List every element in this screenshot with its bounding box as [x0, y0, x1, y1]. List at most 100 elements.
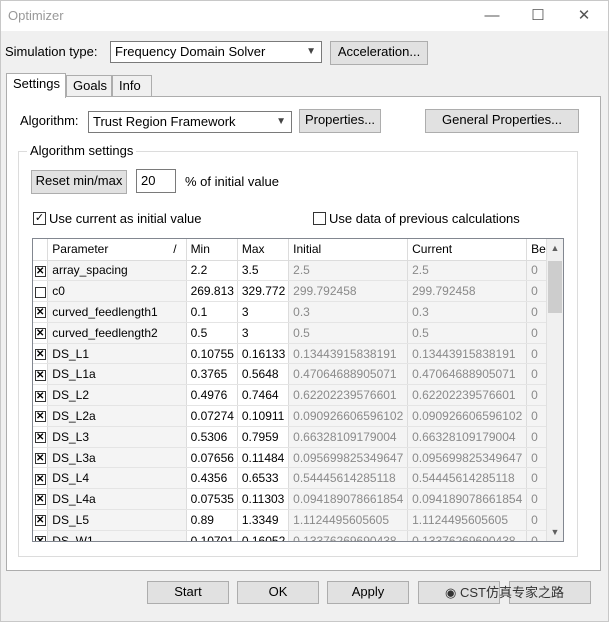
row-checkbox-cell[interactable]: ✕	[33, 488, 49, 511]
row-checkbox-cell[interactable]: ✕	[33, 301, 49, 323]
current-column-header[interactable]: Current	[407, 239, 528, 261]
table-row[interactable]: ✕ array_spacing 2.2 3.5 2.5 2.5 0	[33, 260, 563, 282]
max-cell[interactable]: 0.16052	[237, 530, 290, 541]
max-cell[interactable]: 0.7959	[237, 426, 290, 448]
checked-box-icon[interactable]: ✕	[34, 369, 46, 381]
min-cell[interactable]: 0.4976	[186, 384, 238, 407]
max-cell[interactable]: 0.11303	[237, 488, 290, 511]
max-cell[interactable]: 3	[237, 322, 290, 344]
min-cell[interactable]: 0.5	[186, 322, 238, 344]
max-cell[interactable]: 3	[237, 301, 290, 323]
tab-info[interactable]: Info	[112, 75, 152, 97]
minimize-button[interactable]: —	[469, 1, 515, 31]
table-row[interactable]: ✕ curved_feedlength1 0.1 3 0.3 0.3 0	[33, 301, 563, 323]
reset-min-max-button[interactable]: Reset min/max	[31, 170, 127, 194]
properties-button[interactable]: Properties...	[299, 109, 381, 133]
grid-scrollbar[interactable]: ▲ ▼	[546, 239, 563, 541]
scroll-up-icon[interactable]: ▲	[547, 239, 563, 257]
apply-button[interactable]: Apply	[327, 581, 409, 604]
checked-box-icon[interactable]: ✕	[34, 390, 46, 402]
table-row[interactable]: ✕ DS_L3a 0.07656 0.11484 0.095699825349647 0.…	[33, 447, 563, 469]
general-properties-button[interactable]: General Properties...	[425, 109, 579, 133]
checked-box-icon[interactable]: ✕	[34, 515, 46, 527]
max-column-header[interactable]: Max	[237, 239, 290, 261]
table-row[interactable]: ✕ DS_W1 0.10701 0.16052 0.13376269690438 0.13…	[33, 530, 563, 541]
watermark-text: ◉ CST仿真专家之路	[445, 585, 564, 600]
use-previous-checkbox[interactable]	[313, 212, 326, 225]
min-cell[interactable]: 0.07274	[186, 405, 238, 427]
table-row[interactable]: ✕ curved_feedlength2 0.5 3 0.5 0.5 0	[33, 322, 563, 344]
row-checkbox-cell[interactable]: ✕	[33, 426, 49, 448]
table-row[interactable]: ✕ DS_L2 0.4976 0.7464 0.62202239576601 0.6220…	[33, 384, 563, 407]
max-cell[interactable]: 0.11484	[237, 447, 290, 469]
min-cell[interactable]: 0.07535	[186, 488, 238, 511]
tab-settings[interactable]: Settings	[6, 73, 66, 98]
ok-button[interactable]: OK	[237, 581, 319, 604]
checked-box-icon[interactable]: ✕	[34, 307, 46, 319]
row-checkbox-cell[interactable]: ✕	[33, 384, 49, 407]
min-cell[interactable]: 2.2	[186, 260, 238, 282]
min-cell[interactable]: 269.813	[186, 280, 238, 303]
max-cell[interactable]: 0.6533	[237, 467, 290, 490]
row-checkbox-cell[interactable]: ✕	[33, 363, 49, 386]
close-button[interactable]: ✕	[561, 1, 607, 31]
row-checkbox-cell[interactable]	[33, 280, 49, 303]
min-cell[interactable]: 0.1	[186, 301, 238, 323]
min-cell[interactable]: 0.5306	[186, 426, 238, 448]
percent-input[interactable]: 20	[136, 169, 176, 193]
checked-box-icon[interactable]: ✕	[34, 432, 46, 444]
max-cell[interactable]: 3.5	[237, 260, 290, 282]
simulation-type-select[interactable]: Frequency Domain Solver ▼	[110, 41, 322, 63]
table-row[interactable]: ✕ DS_L4a 0.07535 0.11303 0.094189078661854 0.…	[33, 488, 563, 511]
max-cell[interactable]: 0.7464	[237, 384, 290, 407]
min-cell[interactable]: 0.89	[186, 509, 238, 531]
max-cell[interactable]: 0.16133	[237, 343, 290, 365]
table-row[interactable]: ✕ DS_L1a 0.3765 0.5648 0.47064688905071 0.470…	[33, 363, 563, 386]
acceleration-button[interactable]: Acceleration...	[330, 41, 428, 65]
current-cell: 0.5	[407, 322, 528, 344]
checked-box-icon[interactable]: ✕	[34, 328, 46, 340]
table-row[interactable]: ✕ DS_L2a 0.07274 0.10911 0.090926606596102 0.…	[33, 405, 563, 427]
min-cell[interactable]: 0.07656	[186, 447, 238, 469]
min-cell[interactable]: 0.3765	[186, 363, 238, 386]
scroll-thumb[interactable]	[548, 261, 562, 313]
min-column-header[interactable]: Min	[186, 239, 238, 261]
table-row[interactable]: ✕ DS_L3 0.5306 0.7959 0.66328109179004 0.6632…	[33, 426, 563, 448]
row-checkbox-cell[interactable]: ✕	[33, 530, 49, 541]
maximize-button[interactable]: ☐	[515, 1, 561, 31]
checked-box-icon[interactable]: ✕	[34, 473, 46, 485]
checked-box-icon[interactable]: ✕	[34, 348, 46, 360]
max-cell[interactable]: 329.772	[237, 280, 290, 303]
checked-box-icon[interactable]: ✕	[34, 494, 46, 506]
row-checkbox-cell[interactable]: ✕	[33, 509, 49, 531]
initial-column-header[interactable]: Initial	[288, 239, 409, 261]
row-checkbox-cell[interactable]: ✕	[33, 343, 49, 365]
scroll-down-icon[interactable]: ▼	[547, 523, 563, 541]
row-checkbox-cell[interactable]: ✕	[33, 447, 49, 469]
table-row[interactable]: ✕ DS_L4 0.4356 0.6533 0.54445614285118 0.5444…	[33, 467, 563, 490]
checked-box-icon[interactable]: ✕	[34, 265, 46, 277]
row-checkbox-cell[interactable]: ✕	[33, 322, 49, 344]
unchecked-box-icon[interactable]	[34, 286, 46, 298]
row-checkbox-cell[interactable]: ✕	[33, 467, 49, 490]
min-cell[interactable]: 0.4356	[186, 467, 238, 490]
min-cell[interactable]: 0.10701	[186, 530, 238, 541]
algorithm-select[interactable]: Trust Region Framework ▼	[88, 111, 292, 133]
max-cell[interactable]: 1.3349	[237, 509, 290, 531]
max-cell[interactable]: 0.10911	[237, 405, 290, 427]
current-cell: 0.095699825349647	[407, 447, 528, 469]
min-cell[interactable]: 0.10755	[186, 343, 238, 365]
max-cell[interactable]: 0.5648	[237, 363, 290, 386]
parameter-column-header[interactable]: Parameter /	[47, 239, 187, 261]
table-row[interactable]: c0 269.813 329.772 299.792458 299.792458 0	[33, 280, 563, 303]
use-current-checkbox[interactable]: ✓	[33, 212, 46, 225]
checked-box-icon[interactable]: ✕	[34, 536, 46, 541]
table-row[interactable]: ✕ DS_L1 0.10755 0.16133 0.13443915838191 0.13…	[33, 343, 563, 365]
start-button[interactable]: Start	[147, 581, 229, 604]
checked-box-icon[interactable]: ✕	[34, 411, 46, 423]
tab-goals[interactable]: Goals	[66, 75, 112, 97]
row-checkbox-cell[interactable]: ✕	[33, 260, 49, 282]
checked-box-icon[interactable]: ✕	[34, 452, 46, 464]
row-checkbox-cell[interactable]: ✕	[33, 405, 49, 427]
table-row[interactable]: ✕ DS_L5 0.89 1.3349 1.1124495605605 1.1124495…	[33, 509, 563, 531]
